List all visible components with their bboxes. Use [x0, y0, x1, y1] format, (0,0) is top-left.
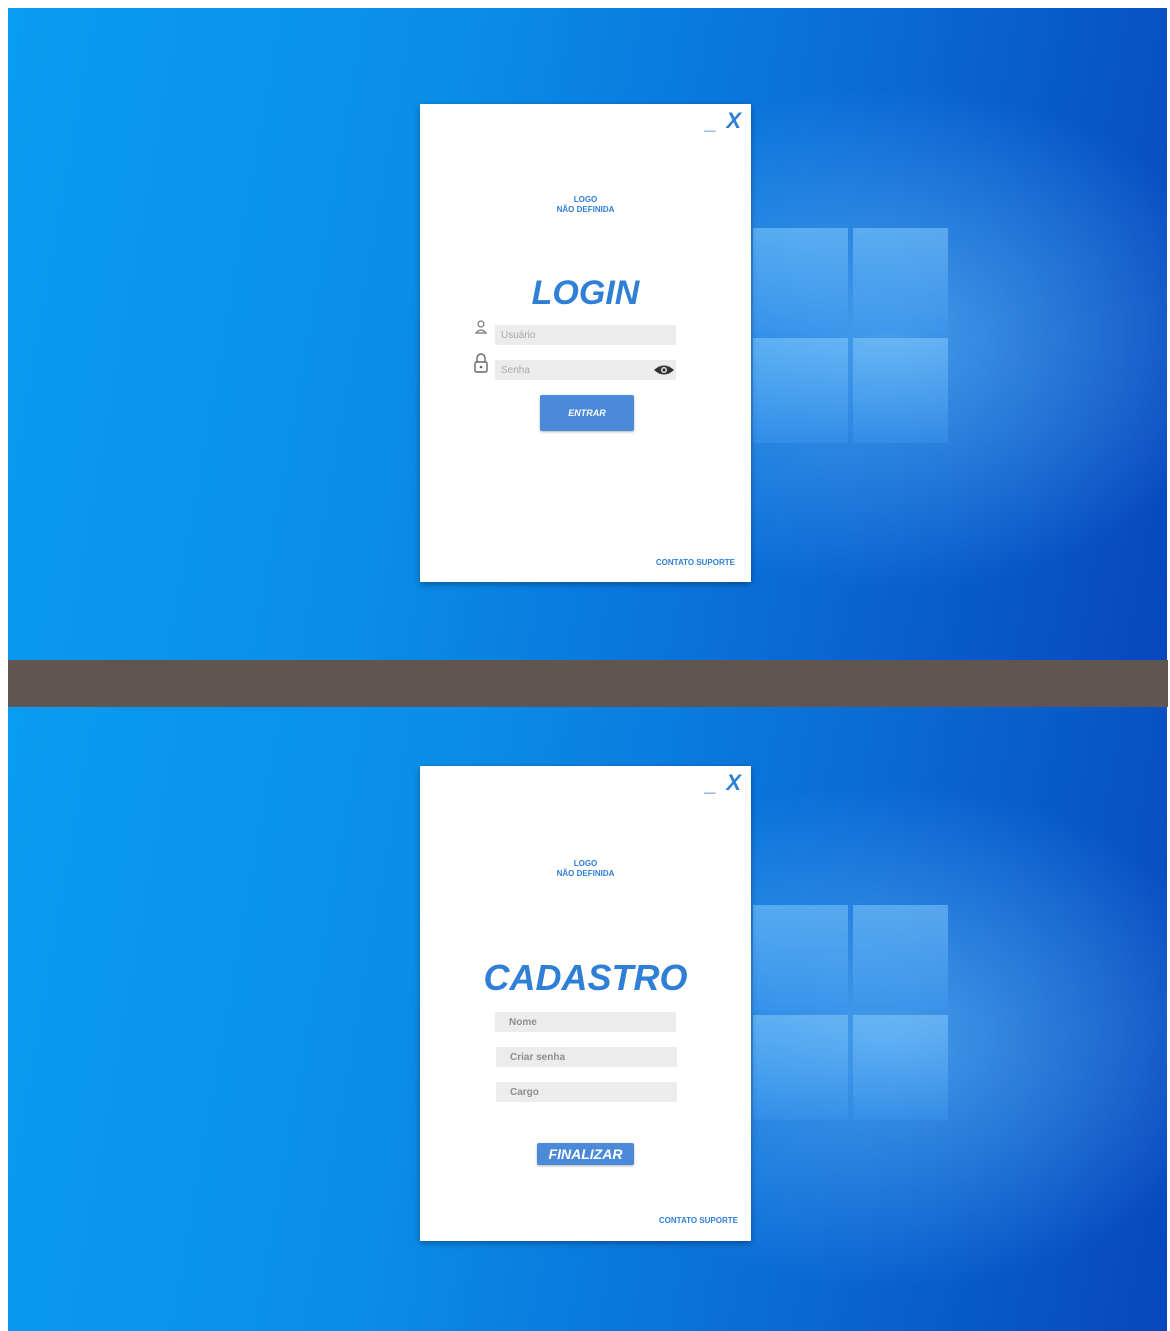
windows-logo-pane — [753, 338, 848, 443]
windows-logo-pane — [753, 228, 848, 333]
windows-logo-pane — [753, 905, 848, 1010]
support-contact-link[interactable]: CONTATO SUPORTE — [656, 558, 735, 567]
windows-logo-pane — [753, 1015, 848, 1120]
windows-logo-pane — [853, 1015, 948, 1120]
window-controls: _ X — [705, 110, 741, 134]
login-window: _ X LOGO NÃO DEFINIDA LOGIN Usuário ENTR… — [420, 104, 751, 582]
logo-placeholder: LOGO NÃO DEFINIDA — [420, 859, 751, 879]
page-title: CADASTRO — [483, 957, 688, 998]
create-password-input[interactable] — [496, 1047, 677, 1067]
password-input[interactable] — [495, 360, 676, 380]
user-icon — [474, 320, 488, 334]
logo-line-2: NÃO DEFINIDA — [556, 869, 615, 878]
windows-logo-pane — [853, 905, 948, 1010]
name-input[interactable] — [495, 1012, 676, 1032]
desktop-register-screen: _ X LOGO NÃO DEFINIDA CADASTRO FINALIZAR… — [8, 707, 1167, 1331]
page-title: LOGIN — [531, 274, 640, 312]
logo-line-2: NÃO DEFINIDA — [556, 205, 615, 214]
username-input[interactable] — [495, 325, 676, 345]
role-input[interactable] — [496, 1082, 677, 1102]
windows-wallpaper-logo — [753, 905, 948, 1120]
minimize-button[interactable]: _ — [705, 113, 716, 133]
screenshot-canvas: _ X LOGO NÃO DEFINIDA LOGIN Usuário ENTR… — [0, 0, 1170, 1331]
screen-separator — [8, 660, 1168, 707]
close-button[interactable]: X — [726, 110, 741, 132]
windows-logo-pane — [853, 228, 948, 333]
entrar-button[interactable]: ENTRAR — [540, 395, 634, 431]
minimize-button[interactable]: _ — [705, 775, 716, 795]
support-contact-link[interactable]: CONTATO SUPORTE — [659, 1216, 738, 1225]
logo-placeholder: LOGO NÃO DEFINIDA — [420, 195, 751, 215]
windows-logo-pane — [853, 338, 948, 443]
logo-line-1: LOGO — [573, 195, 598, 204]
logo-line-1: LOGO — [573, 859, 598, 868]
close-button[interactable]: X — [726, 772, 741, 794]
register-window: _ X LOGO NÃO DEFINIDA CADASTRO FINALIZAR… — [420, 766, 751, 1241]
desktop-login-screen: _ X LOGO NÃO DEFINIDA LOGIN Usuário ENTR… — [8, 8, 1167, 660]
window-controls: _ X — [705, 772, 741, 796]
eye-icon[interactable] — [653, 363, 675, 377]
finalizar-button[interactable]: FINALIZAR — [537, 1143, 634, 1165]
lock-icon — [474, 353, 488, 373]
windows-wallpaper-logo — [753, 228, 948, 443]
